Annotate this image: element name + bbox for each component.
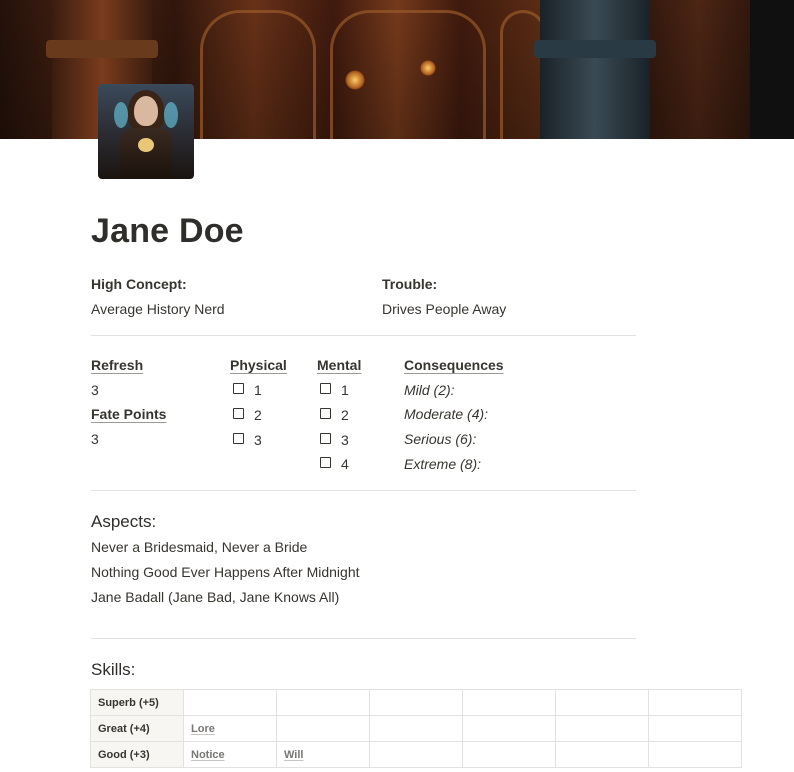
cover-pillar-cap-right (534, 40, 656, 58)
mental-stress-number: 2 (341, 407, 349, 423)
skill-cell[interactable] (555, 689, 649, 716)
table-row: Great (+4) Lore (90, 715, 742, 742)
cover-pillar-cap-left (46, 40, 158, 58)
cover-lamp (420, 60, 436, 76)
fate-points-value[interactable]: 3 (91, 431, 99, 447)
refresh-label: Refresh (91, 357, 144, 373)
consequence-extreme[interactable]: Extreme (8): (404, 456, 481, 472)
table-row: Good (+3) Notice Will (90, 741, 742, 768)
skill-cell[interactable] (276, 689, 370, 716)
mental-stress-checkbox[interactable] (320, 433, 331, 444)
skill-cell[interactable] (462, 689, 556, 716)
cover-shadow-edge (750, 0, 794, 139)
physical-stress-number: 2 (254, 407, 262, 423)
skill-cell[interactable] (183, 689, 277, 716)
page-icon-avatar[interactable] (98, 84, 194, 179)
skill-cell[interactable] (369, 741, 463, 768)
skill-cell[interactable] (648, 715, 742, 742)
skill-cell[interactable]: Lore (183, 715, 277, 742)
avatar-gem (138, 138, 154, 152)
physical-stress-checkbox[interactable] (233, 383, 244, 394)
avatar-face (134, 96, 158, 126)
divider (91, 490, 636, 491)
cover-pillar-right (540, 0, 650, 139)
avatar-body (120, 128, 172, 179)
cover-lamp (345, 70, 365, 90)
mental-stress-number: 4 (341, 456, 349, 472)
consequences-label: Consequences (404, 357, 504, 373)
skill-cell[interactable]: Will (276, 741, 370, 768)
refresh-value[interactable]: 3 (91, 382, 99, 398)
trouble-value[interactable]: Drives People Away (382, 301, 506, 317)
skill-tier-label[interactable]: Superb (+5) (90, 689, 184, 716)
cover-door-arch-left (200, 10, 316, 139)
skill-link-notice[interactable]: Notice (191, 749, 225, 761)
avatar-glow (114, 102, 128, 128)
physical-stress-checkbox[interactable] (233, 433, 244, 444)
consequence-serious[interactable]: Serious (6): (404, 431, 476, 447)
fate-points-label: Fate Points (91, 406, 167, 422)
physical-stress-checkbox[interactable] (233, 408, 244, 419)
divider (91, 335, 636, 336)
skills-heading[interactable]: Skills: (91, 660, 135, 680)
skill-tier-label[interactable]: Great (+4) (90, 715, 184, 742)
table-row: Superb (+5) (90, 689, 742, 716)
page-title[interactable]: Jane Doe (91, 212, 244, 251)
skill-tier-label[interactable]: Good (+3) (90, 741, 184, 768)
skill-link-will[interactable]: Will (284, 749, 303, 761)
physical-stress-number: 3 (254, 432, 262, 448)
mental-stress-number: 3 (341, 432, 349, 448)
trouble-label: Trouble: (382, 276, 438, 292)
skill-cell[interactable] (555, 741, 649, 768)
avatar-glow (164, 102, 178, 128)
skill-link-lore[interactable]: Lore (191, 723, 215, 735)
skill-cell[interactable] (555, 715, 649, 742)
skill-cell[interactable] (276, 715, 370, 742)
high-concept-label: High Concept: (91, 276, 187, 292)
mental-stress-label: Mental (317, 357, 362, 373)
mental-stress-checkbox[interactable] (320, 457, 331, 468)
skill-cell[interactable]: Notice (183, 741, 277, 768)
mental-stress-checkbox[interactable] (320, 408, 331, 419)
divider (91, 638, 636, 639)
consequence-mild[interactable]: Mild (2): (404, 382, 455, 398)
mental-stress-checkbox[interactable] (320, 383, 331, 394)
skills-table: Superb (+5) Great (+4) Lore Good (+3) No… (90, 689, 742, 768)
aspect-item[interactable]: Nothing Good Ever Happens After Midnight (91, 564, 360, 580)
aspect-item[interactable]: Never a Bridesmaid, Never a Bride (91, 539, 307, 555)
aspect-item[interactable]: Jane Badall (Jane Bad, Jane Knows All) (91, 589, 339, 605)
skill-cell[interactable] (369, 689, 463, 716)
skill-cell[interactable] (648, 689, 742, 716)
physical-stress-number: 1 (254, 382, 262, 398)
aspects-heading[interactable]: Aspects: (91, 512, 156, 532)
skill-cell[interactable] (462, 741, 556, 768)
high-concept-value[interactable]: Average History Nerd (91, 301, 225, 317)
skill-cell[interactable] (369, 715, 463, 742)
physical-stress-label: Physical (230, 357, 287, 373)
skill-cell[interactable] (648, 741, 742, 768)
skill-cell[interactable] (462, 715, 556, 742)
mental-stress-number: 1 (341, 382, 349, 398)
consequence-moderate[interactable]: Moderate (4): (404, 406, 488, 422)
